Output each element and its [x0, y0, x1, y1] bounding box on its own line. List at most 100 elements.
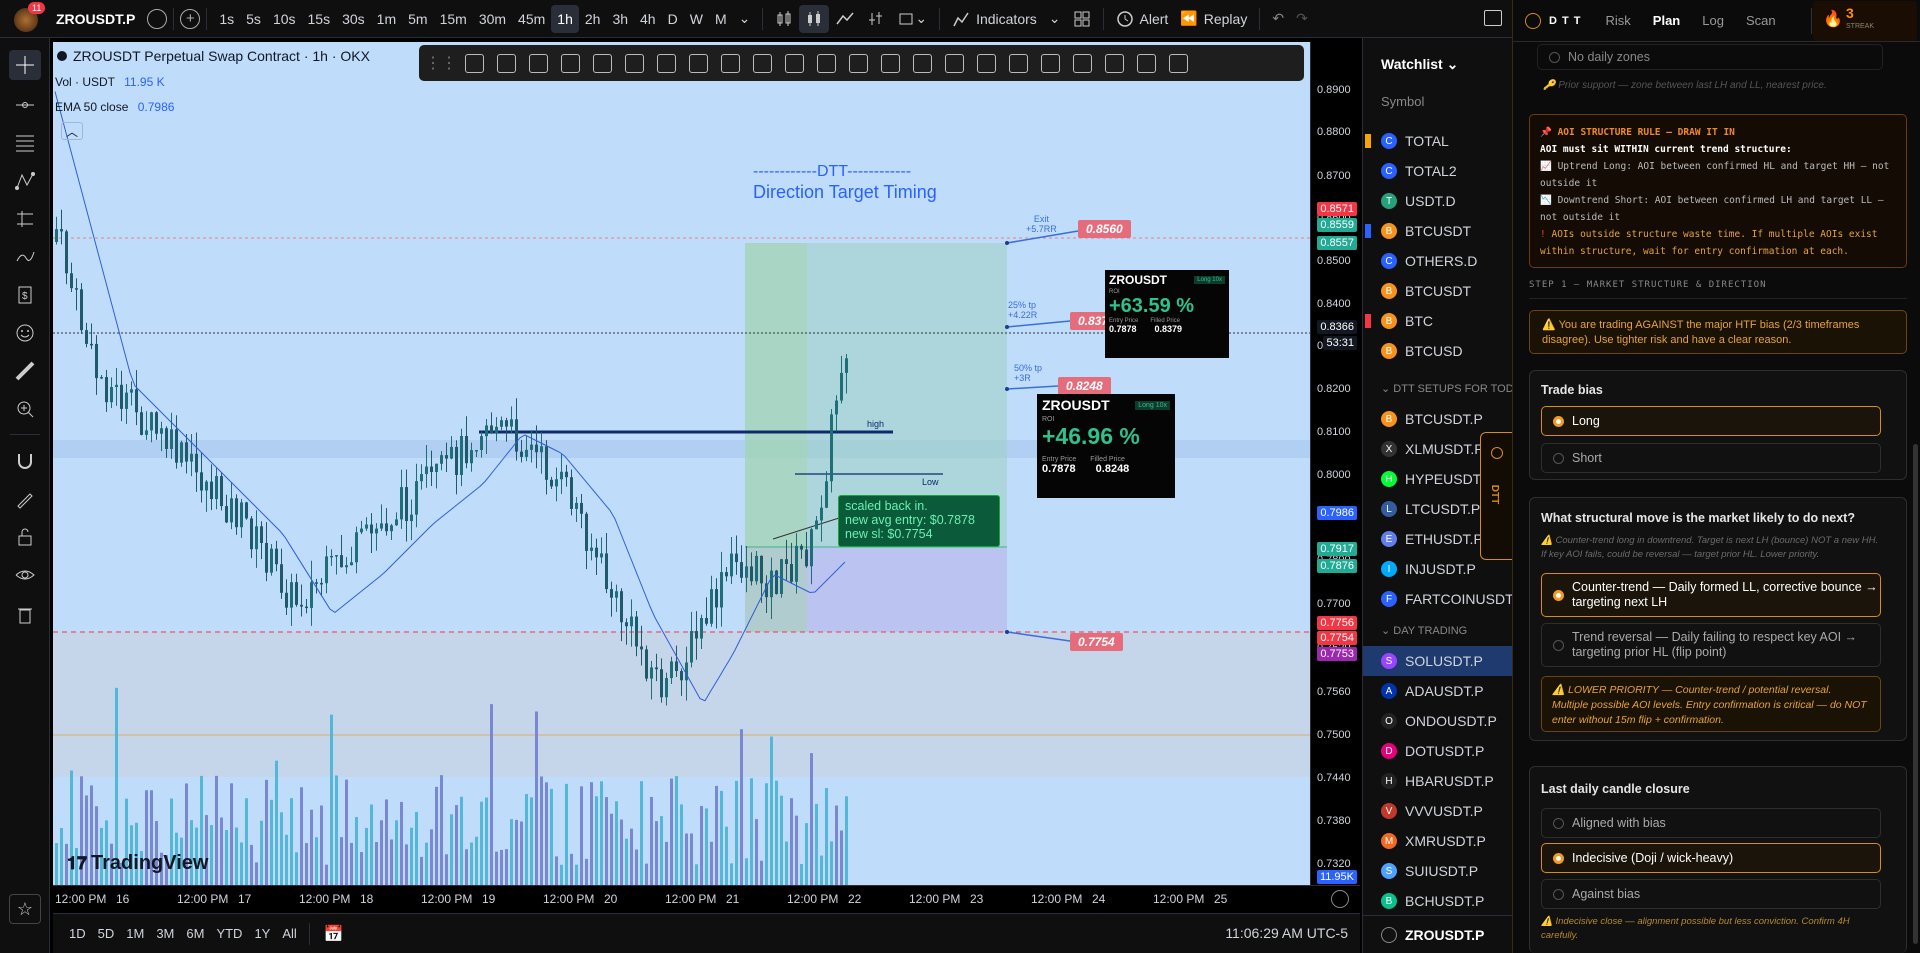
interval-30s[interactable]: 30s	[336, 5, 371, 33]
watchlist-row[interactable]: V VVVUSDT.P	[1363, 796, 1513, 826]
interval-30m[interactable]: 30m	[473, 5, 512, 33]
crosshair-icon[interactable]	[9, 50, 41, 80]
interval-4h[interactable]: 4h	[634, 5, 662, 33]
range-6M[interactable]: 6M	[180, 920, 210, 948]
tool-fib-icon[interactable]	[593, 53, 612, 73]
panel-tab-plan[interactable]: Plan	[1653, 13, 1680, 28]
interval-1s[interactable]: 1s	[213, 5, 240, 33]
eye-icon[interactable]	[9, 560, 41, 590]
exit-tag[interactable]: 0.8560	[1078, 220, 1131, 238]
panel-tab-scan[interactable]: Scan	[1746, 13, 1776, 28]
watchlist-row[interactable]: B BTCUSDT	[1363, 216, 1513, 246]
alert-button[interactable]: Alert	[1110, 5, 1175, 33]
watchlist-row[interactable]: B BTCUSDT.P	[1363, 404, 1513, 434]
tool-v-line-icon[interactable]	[1009, 53, 1028, 73]
stay-drawing-icon[interactable]	[9, 484, 41, 514]
tool-pattern-icon[interactable]	[1105, 53, 1124, 73]
replay-button[interactable]: ⏪ Replay	[1174, 5, 1253, 33]
tool-trend-line-icon[interactable]	[465, 53, 484, 73]
range-3M[interactable]: 3M	[150, 920, 180, 948]
flag-icon[interactable]	[1365, 224, 1371, 238]
add-symbol-icon[interactable]: +	[180, 8, 201, 29]
watchlist-row[interactable]: C TOTAL2	[1363, 156, 1513, 186]
watchlist-row[interactable]: F FARTCOINUSDT.P	[1363, 584, 1525, 614]
interval-3h[interactable]: 3h	[606, 5, 634, 33]
tool-note-icon[interactable]	[977, 53, 996, 73]
magnet-icon[interactable]	[9, 446, 41, 476]
candles-icon[interactable]	[799, 4, 830, 33]
watchlist-row[interactable]: B BTCUSDT	[1363, 276, 1513, 306]
interval-dropdown-icon[interactable]: ⌄	[733, 5, 757, 33]
watchlist-row[interactable]: H HBARUSDT.P	[1363, 766, 1513, 796]
interval-15s[interactable]: 15s	[302, 5, 337, 33]
closure-against-option[interactable]: Against bias	[1541, 879, 1881, 909]
interval-5m[interactable]: 5m	[402, 5, 433, 33]
range-1D[interactable]: 1D	[63, 920, 92, 948]
counter-trend-option[interactable]: Counter-trend — Daily formed LL, correct…	[1541, 573, 1881, 617]
flag-icon[interactable]	[1365, 314, 1371, 328]
undo-icon[interactable]: ↶	[1266, 5, 1290, 33]
closure-indecisive-option[interactable]: Indecisive (Doji / wick-heavy)	[1541, 843, 1881, 873]
watchlist-title[interactable]: Watchlist ⌄	[1381, 56, 1458, 73]
interval-D[interactable]: D	[662, 5, 684, 33]
tool-brush-icon[interactable]	[529, 53, 548, 73]
user-avatar[interactable]: 11	[8, 0, 46, 38]
tool-parallel-icon[interactable]	[657, 53, 676, 73]
interval-2h[interactable]: 2h	[579, 5, 607, 33]
layouts-icon[interactable]	[1067, 5, 1097, 33]
watchlist-section[interactable]: ⌄ DTT SETUPS FOR TOD	[1381, 382, 1514, 395]
watchlist-row[interactable]: M XMRUSDT.P	[1363, 826, 1513, 856]
closure-aligned-option[interactable]: Aligned with bias	[1541, 808, 1881, 838]
watchlist-row[interactable]: T USDT.D	[1363, 186, 1513, 216]
projection-icon[interactable]	[9, 204, 41, 234]
time-axis[interactable]: 12:00 PM 16 12:00 PM 17 12:00 PM 18 12:00 PM 19…	[53, 885, 1360, 913]
range-1M[interactable]: 1M	[120, 920, 150, 948]
range-YTD[interactable]: YTD	[210, 920, 248, 948]
lock-icon[interactable]	[9, 522, 41, 552]
collapse-legend-icon[interactable]: ︿	[61, 122, 83, 140]
tool-h-line-icon[interactable]	[785, 53, 804, 73]
fib-icon[interactable]	[9, 128, 41, 158]
watchlist-row[interactable]: A ADAUSDT.P	[1363, 676, 1513, 706]
watchlist-row[interactable]: B BTCUSD	[1363, 336, 1513, 366]
tool-text-anchor-icon[interactable]	[753, 53, 772, 73]
emoji-icon[interactable]	[9, 318, 41, 348]
watchlist-row[interactable]: C OTHERS.D	[1363, 246, 1513, 276]
flag-icon[interactable]	[1365, 134, 1371, 148]
indicators-dropdown-icon[interactable]: ⌄	[1043, 5, 1067, 33]
tool-callout-icon[interactable]	[1041, 53, 1060, 73]
watchlist-row[interactable]: B BCHUSDT.P	[1363, 886, 1513, 916]
tool-arrow-up-icon[interactable]	[721, 53, 740, 73]
tool-ray-icon[interactable]	[1073, 53, 1092, 73]
tool-text-icon[interactable]	[561, 53, 580, 73]
drag-handle-icon[interactable]: ⋮⋮	[425, 53, 457, 73]
interval-1h[interactable]: 1h	[551, 4, 579, 33]
watchlist-row[interactable]: D DOTUSDT.P	[1363, 736, 1513, 766]
scale-in-note[interactable]: scaled back in. new avg entry: $0.7878 n…	[838, 495, 1000, 547]
dtt-side-tab[interactable]: DTT	[1480, 432, 1513, 560]
tool-arrow-down-icon[interactable]	[945, 53, 964, 73]
panel-tab-risk[interactable]: Risk	[1606, 13, 1631, 28]
bias-short-option[interactable]: Short	[1541, 443, 1881, 473]
pattern-icon[interactable]	[9, 166, 41, 196]
settings-gear-icon[interactable]	[1331, 890, 1349, 908]
panel-scrollbar[interactable]	[1913, 444, 1918, 944]
tool-paint-icon[interactable]	[689, 53, 708, 73]
tool-rectangle-icon[interactable]	[497, 53, 516, 73]
clock[interactable]: 11:06:29 AM UTC-5	[1225, 925, 1348, 941]
fullscreen-icon[interactable]	[1484, 10, 1502, 26]
compare-icon[interactable]	[147, 8, 168, 29]
tool-path-icon[interactable]	[913, 53, 932, 73]
zoom-icon[interactable]	[9, 394, 41, 424]
indicators-button[interactable]: Indicators	[946, 5, 1043, 33]
watchlist-row[interactable]: S SOLUSDT.P	[1363, 646, 1513, 676]
price-axis[interactable]: 0.89000.88000.87000.86000.85000.84000.83…	[1310, 42, 1360, 885]
trash-icon[interactable]	[9, 600, 41, 630]
redo-icon[interactable]: ↷	[1290, 5, 1314, 33]
interval-1m[interactable]: 1m	[371, 5, 402, 33]
tool-circle-icon[interactable]	[625, 53, 644, 73]
watchlist-section[interactable]: ⌄ DAY TRADING	[1381, 624, 1467, 637]
tool-curve-icon[interactable]	[1169, 53, 1188, 73]
interval-M[interactable]: M	[709, 5, 733, 33]
interval-45m[interactable]: 45m	[512, 5, 551, 33]
